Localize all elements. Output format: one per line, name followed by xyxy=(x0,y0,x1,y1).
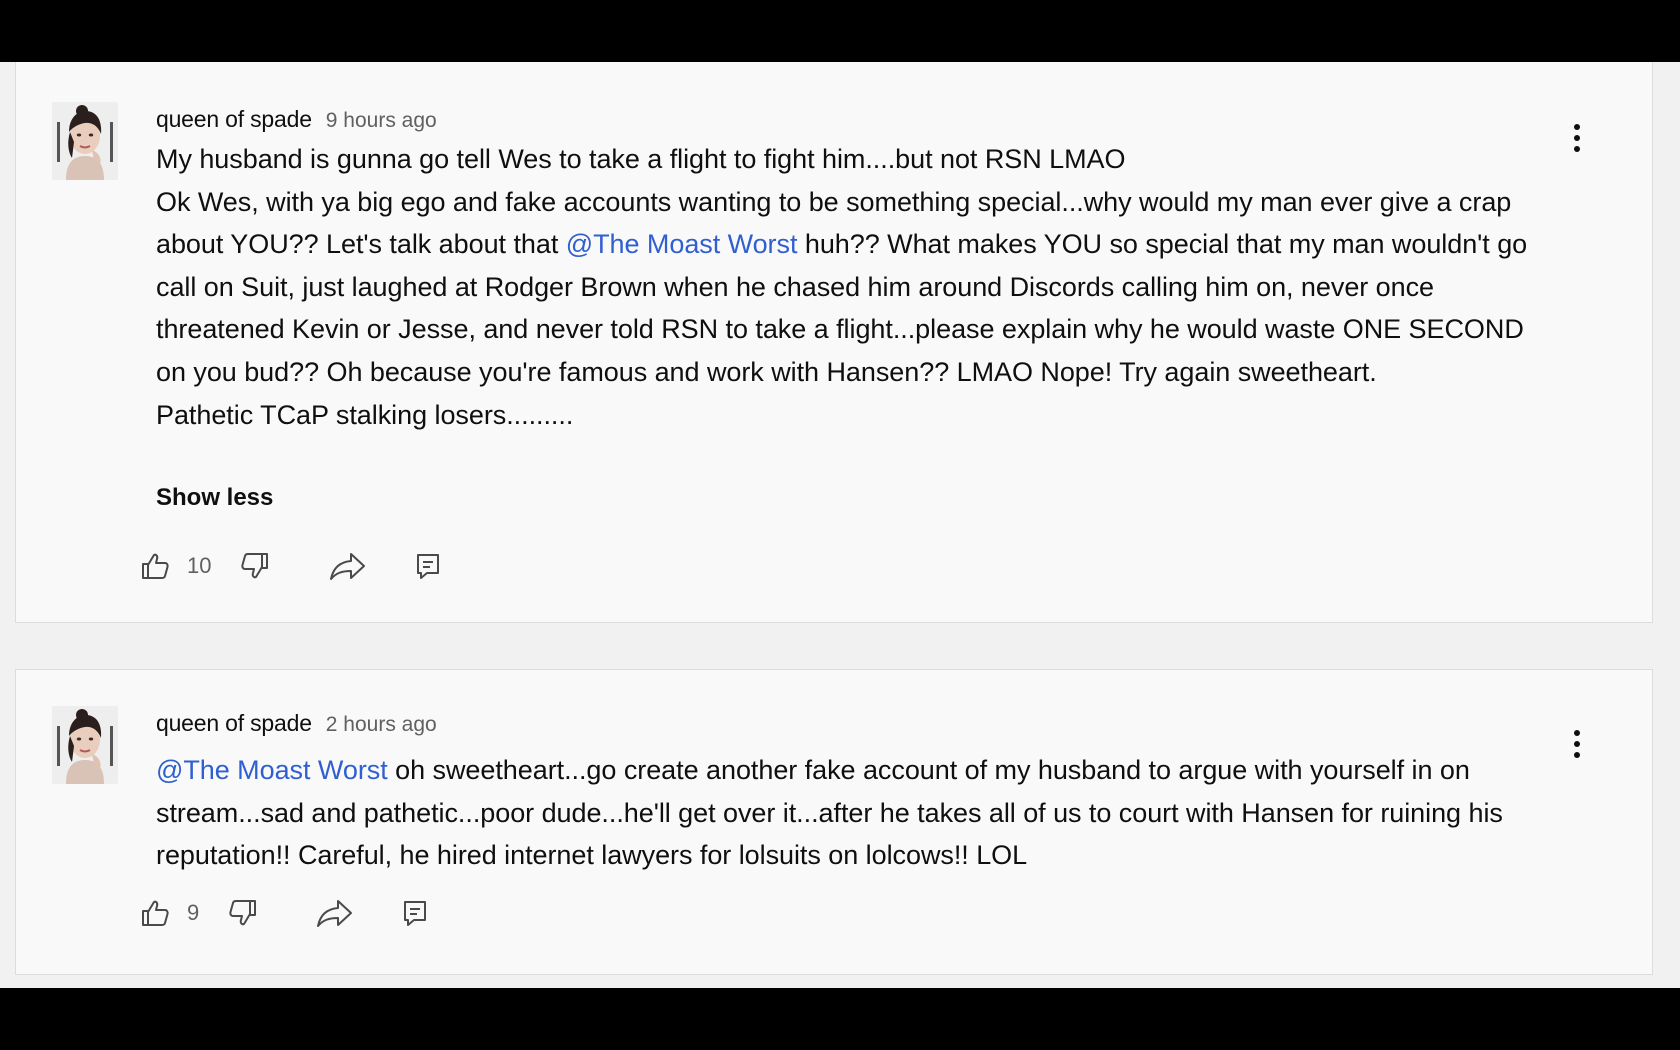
author-name[interactable]: queen of spade xyxy=(156,710,312,737)
show-less-button[interactable]: Show less xyxy=(156,484,273,512)
like-count: 10 xyxy=(187,553,212,578)
comment-meta: queen of spade 2 hours ago xyxy=(156,710,437,737)
timestamp[interactable]: 9 hours ago xyxy=(326,109,437,133)
avatar[interactable] xyxy=(52,102,118,180)
reply-icon[interactable] xyxy=(413,546,443,586)
avatar[interactable] xyxy=(52,706,118,784)
thumbs-up-icon[interactable] xyxy=(137,546,173,586)
thumbs-up-icon[interactable] xyxy=(137,893,173,933)
mention-link[interactable]: @The Moast Worst xyxy=(566,229,798,259)
comment-text-part: huh?? What makes YOU so special that my … xyxy=(156,229,1528,430)
thumbs-down-icon[interactable] xyxy=(237,546,273,586)
share-icon[interactable] xyxy=(314,893,356,933)
share-icon[interactable] xyxy=(327,546,369,586)
comment-text: My husband is gunna go tell Wes to take … xyxy=(156,138,1556,436)
timestamp[interactable]: 2 hours ago xyxy=(326,713,437,737)
like-count: 9 xyxy=(187,900,200,925)
comment-text: @The Moast Worst oh sweetheart...go crea… xyxy=(156,749,1556,877)
comment-card: queen of spade 9 hours ago My husband is… xyxy=(15,62,1653,623)
more-vertical-icon[interactable] xyxy=(1562,116,1592,160)
more-vertical-icon[interactable] xyxy=(1562,722,1592,766)
mention-link[interactable]: @The Moast Worst xyxy=(156,755,388,785)
reply-icon[interactable] xyxy=(400,893,430,933)
comment-actions: 10 xyxy=(137,546,457,586)
comment-meta: queen of spade 9 hours ago xyxy=(156,106,437,133)
comments-viewport: queen of spade 9 hours ago My husband is… xyxy=(0,62,1680,988)
author-name[interactable]: queen of spade xyxy=(156,106,312,133)
thumbs-down-icon[interactable] xyxy=(225,893,261,933)
comment-actions: 9 xyxy=(137,893,457,933)
